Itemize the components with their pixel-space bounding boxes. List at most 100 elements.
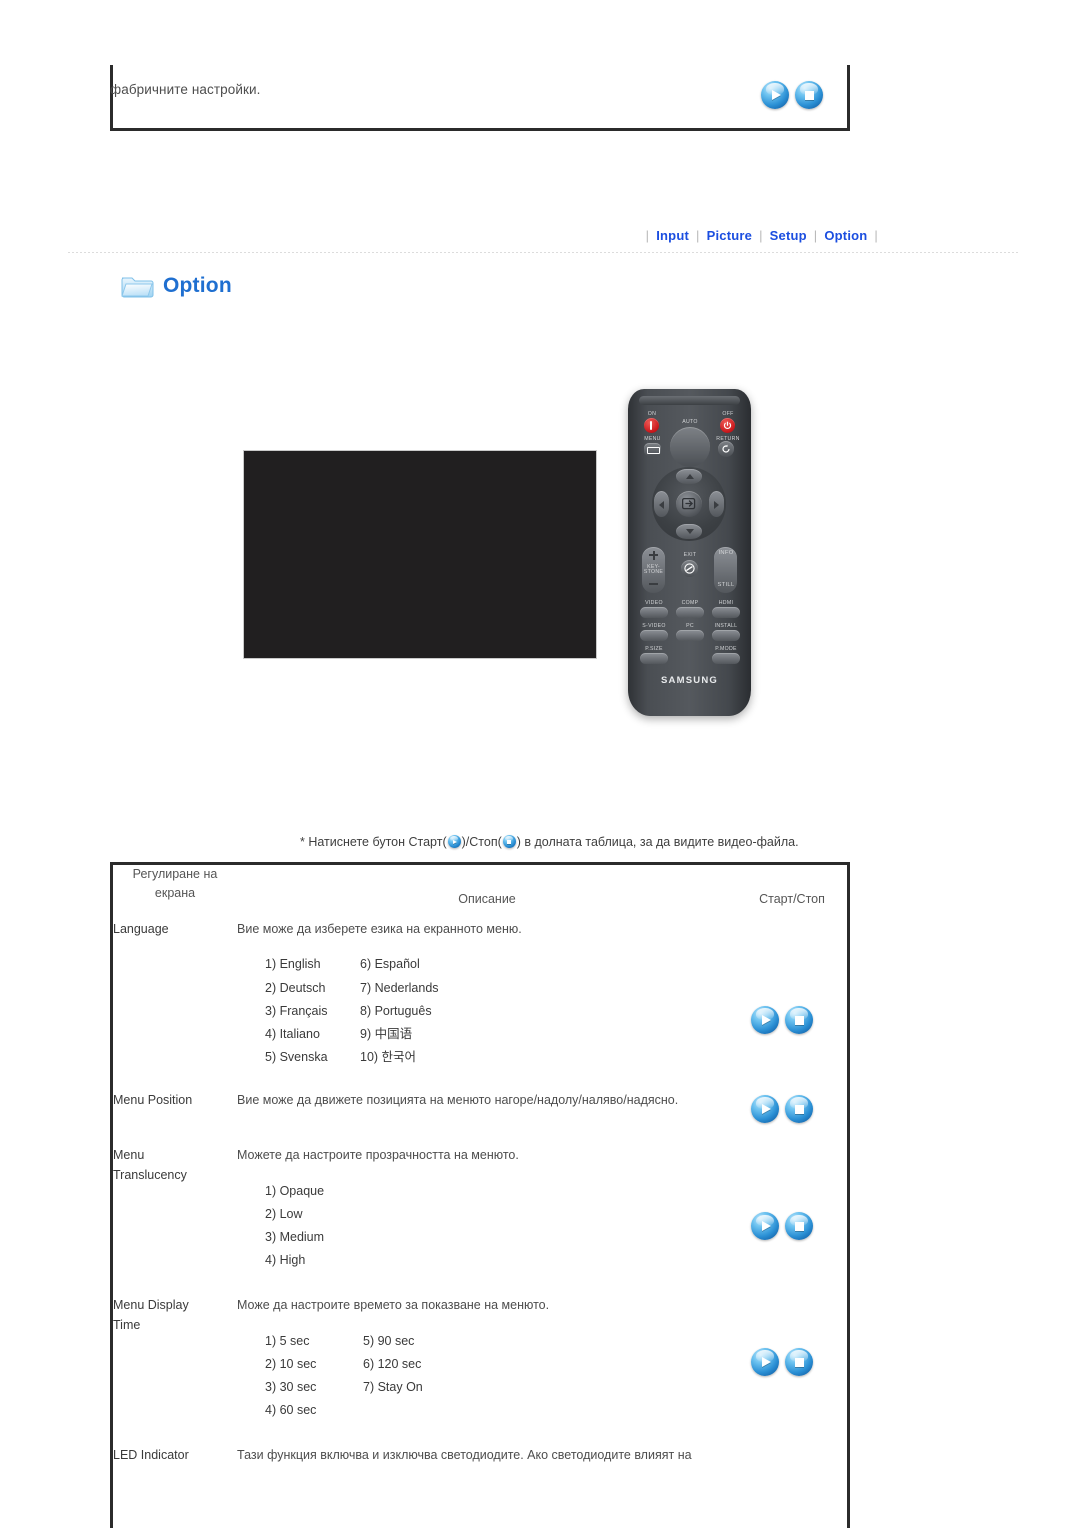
stop-button[interactable] (785, 1348, 813, 1377)
option-item: 1) 5 sec (265, 1333, 310, 1348)
remote-video-button (640, 607, 668, 618)
playback-instruction-note: * Натиснете бутон Старт()/Стоп() в долна… (300, 835, 799, 849)
stop-icon (785, 1348, 813, 1376)
remote-pmode-button (712, 653, 740, 664)
option-item: 8) Português (360, 1003, 432, 1018)
remote-enter-button (676, 491, 702, 517)
table-row: Language Вие може да изберете езика на е… (113, 906, 847, 1083)
row-name-line1: Menu Display (113, 1298, 189, 1313)
play-icon (761, 81, 789, 109)
remote-up-button (676, 469, 702, 484)
remote-label-comp: COMP (681, 600, 699, 606)
play-button[interactable] (751, 1212, 779, 1241)
row-name-line2: Time (113, 1317, 141, 1332)
table-header-name-line1: Регулиране на (132, 867, 218, 881)
inline-stop-icon (502, 835, 516, 848)
nav-separator-0: | (645, 228, 650, 243)
top-box-control-buttons (761, 81, 823, 109)
table-row: Menu Translucency Можете да настроите пр… (113, 1132, 847, 1286)
table-header-row: Регулиране на екрана Описание Старт/Стоп (113, 865, 847, 906)
continued-paragraph-text: фабричните настройки. (110, 82, 261, 97)
stop-button[interactable] (785, 1095, 813, 1123)
row-controls-menu-position (737, 1083, 847, 1132)
nav-separator-4: | (874, 228, 878, 243)
stop-button[interactable] (785, 1006, 813, 1034)
option-item: 2) 10 sec (265, 1356, 317, 1371)
option-item: 4) 60 sec (265, 1403, 317, 1417)
play-icon (751, 1212, 779, 1240)
row-controls-led-indicator (737, 1436, 847, 1465)
remote-top-strip (639, 396, 740, 405)
nav-tab-setup[interactable]: Setup (770, 228, 807, 243)
row-description-menu-translucency: Можете да настроите прозрачността на мен… (237, 1132, 737, 1286)
play-button[interactable] (751, 1006, 779, 1034)
options-table: Регулиране на екрана Описание Старт/Стоп… (110, 862, 850, 1528)
option-item: 10) 한국어 (360, 1049, 417, 1064)
remote-control-image: ON AUTO OFF MENU RETURN KEY- STONE EXIT … (628, 389, 751, 716)
remote-brand-label: SAMSUNG (661, 675, 718, 686)
option-item: 7) Nederlands (360, 980, 439, 995)
play-icon (751, 1006, 779, 1034)
row-name-menu-position: Menu Position (113, 1093, 193, 1107)
folder-icon (120, 272, 154, 299)
nav-tab-input[interactable]: Input (656, 228, 689, 243)
section-header: Option (120, 272, 232, 299)
row-name-led-indicator: LED Indicator (113, 1448, 189, 1463)
remote-power-on-button (644, 418, 659, 433)
row-controls-language (737, 906, 847, 1083)
row-name-language: Language (113, 922, 169, 936)
nav-tab-picture[interactable]: Picture (707, 228, 752, 243)
table-header-description: Описание (458, 892, 516, 906)
option-item: 3) 30 sec (265, 1379, 317, 1394)
remote-comp-button (676, 607, 704, 618)
row-description-led-indicator: Тази функция включва и изключва светодио… (237, 1448, 692, 1463)
option-item: 9) 中国语 (360, 1026, 413, 1041)
play-icon (751, 1095, 779, 1123)
table-row: Menu Display Time Може да настроите врем… (113, 1286, 847, 1436)
stop-button[interactable] (785, 1212, 813, 1241)
remote-label-pc: PC (686, 623, 694, 629)
table-header-control: Старт/Стоп (759, 892, 825, 906)
remote-svideo-button (640, 630, 668, 641)
row-name-menu-translucency: Menu Translucency (113, 1132, 237, 1286)
option-item: 3) Français (265, 1003, 328, 1018)
remote-power-off-button (720, 418, 735, 433)
section-title: Option (163, 273, 232, 297)
row-controls-menu-display-time (737, 1286, 847, 1436)
option-item: 6) Español (360, 957, 420, 972)
stop-button[interactable] (795, 81, 823, 109)
display-time-option-list: 1) 5 sec 5) 90 sec 2) 10 sec 6) 120 sec … (265, 1330, 737, 1423)
remote-right-button (709, 491, 724, 517)
play-button[interactable] (751, 1095, 779, 1123)
option-item: 2) Deutsch (265, 980, 326, 995)
option-item: 1) English (265, 957, 321, 972)
nav-tab-option[interactable]: Option (824, 228, 867, 243)
remote-pc-button (676, 630, 704, 641)
row-description-menu-display-time: Може да настроите времето за показване н… (237, 1286, 737, 1436)
translucency-option-list: 1) Opaque 2) Low 3) Medium 4) High (265, 1180, 737, 1273)
remote-label-exit: EXIT (683, 552, 697, 558)
row-name-line1: Menu (113, 1148, 145, 1163)
stop-icon (795, 81, 823, 109)
note-prefix: * Натиснете бутон Старт( (300, 835, 447, 849)
play-button[interactable] (761, 81, 789, 109)
remote-down-button (676, 524, 702, 539)
option-item: 5) 90 sec (363, 1333, 415, 1348)
remote-label-still: STILL (717, 582, 735, 588)
play-button[interactable] (751, 1348, 779, 1377)
language-option-list: 1) English 6) Español 2) Deutsch 7) Nede… (265, 953, 737, 1069)
remote-navigation-pad (652, 467, 726, 541)
stop-icon (785, 1212, 813, 1240)
remote-menu-button (644, 443, 661, 456)
row-controls-menu-translucency (737, 1132, 847, 1286)
row-description-text: Можете да настроите прозрачността на мен… (237, 1148, 519, 1163)
remote-auto-button (670, 427, 710, 467)
remote-psize-button (640, 653, 668, 664)
video-player[interactable] (243, 450, 597, 659)
option-item: 7) Stay On (363, 1379, 423, 1394)
nav-separator-1: | (696, 228, 700, 243)
remote-label-on: ON (647, 411, 657, 417)
nav-separator-3: | (813, 228, 818, 243)
play-icon (751, 1348, 779, 1376)
option-item: 2) Low (265, 1206, 303, 1221)
